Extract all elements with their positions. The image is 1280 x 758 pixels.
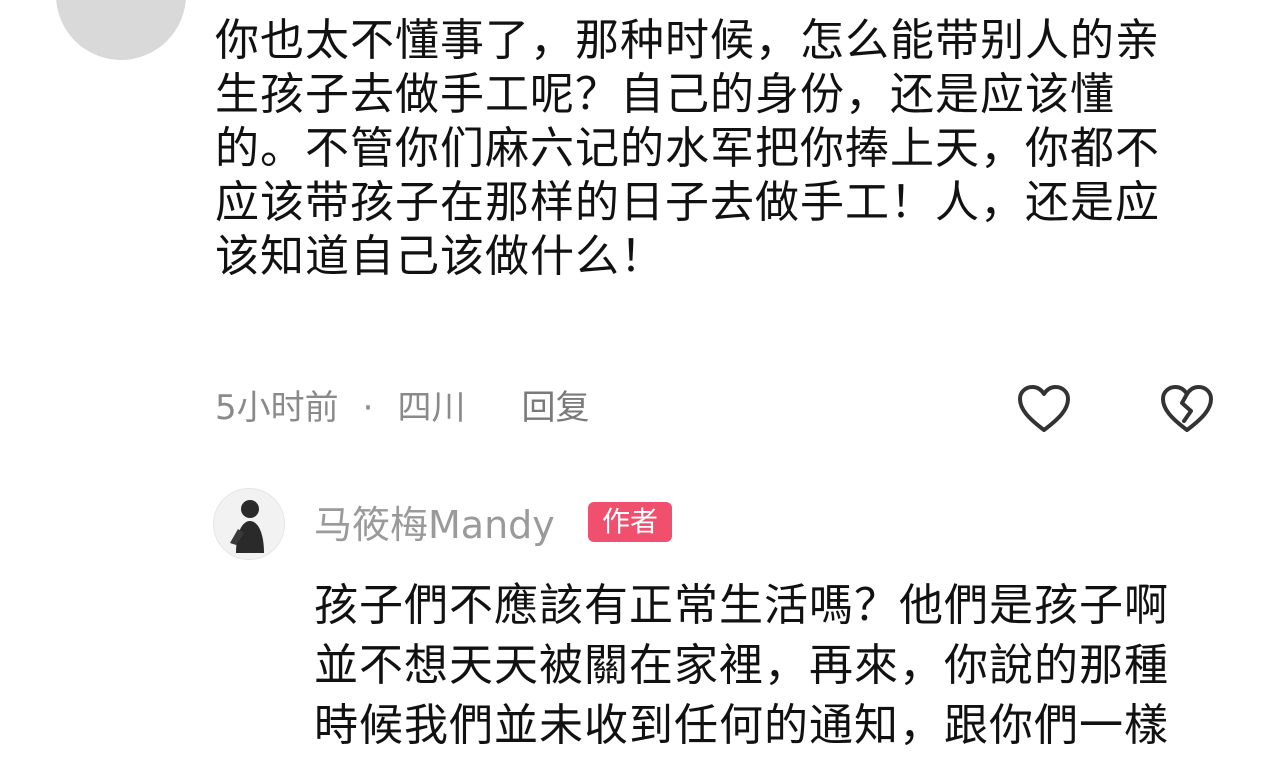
commenter-avatar[interactable] <box>56 0 186 60</box>
comment-time: 5小时前 <box>215 388 339 428</box>
person-silhouette-icon <box>230 500 264 553</box>
comment-line: 你也太不懂事了，那种时候，怎么能带别人的亲 <box>215 15 1160 66</box>
reply-body: 孩子們不應該有正常生活嗎？他們是孩子啊 並不想天天被關在家裡，再來，你說的那種 … <box>314 576 1244 756</box>
comment-line: 应该带孩子在那样的日子去做手工！人，还是应 <box>215 177 1160 228</box>
reply-line: 孩子們不應該有正常生活嗎？他們是孩子啊 <box>314 580 1169 631</box>
reply-button[interactable]: 回复 <box>521 386 589 430</box>
heart-outline-icon <box>1018 385 1070 432</box>
meta-separator: · <box>362 388 374 428</box>
comment-line: 生孩子去做手工呢？自己的身份，还是应该懂 <box>215 69 1115 120</box>
comment-line: 该知道自己该做什么！ <box>215 231 665 282</box>
broken-heart-icon <box>1161 385 1213 432</box>
comment-line: 的。不管你们麻六记的水军把你捧上天，你都不 <box>215 123 1160 174</box>
comment-body: 你也太不懂事了，那种时候，怎么能带别人的亲 生孩子去做手工呢？自己的身份，还是应… <box>215 14 1225 284</box>
like-button[interactable] <box>1014 380 1074 438</box>
author-badge: 作者 <box>588 502 673 542</box>
dislike-button[interactable] <box>1157 380 1217 438</box>
author-username[interactable]: 马筱梅Mandy <box>314 500 555 550</box>
comment-location: 四川 <box>397 388 466 428</box>
reply-line: 並不想天天被關在家裡，再來，你說的那種 <box>314 640 1169 691</box>
author-avatar[interactable] <box>213 488 285 560</box>
comment-meta: 5小时前 · 四川 回复 <box>215 386 589 430</box>
reply-line: 時候我們並未收到任何的通知，跟你們一樣 <box>314 700 1169 751</box>
